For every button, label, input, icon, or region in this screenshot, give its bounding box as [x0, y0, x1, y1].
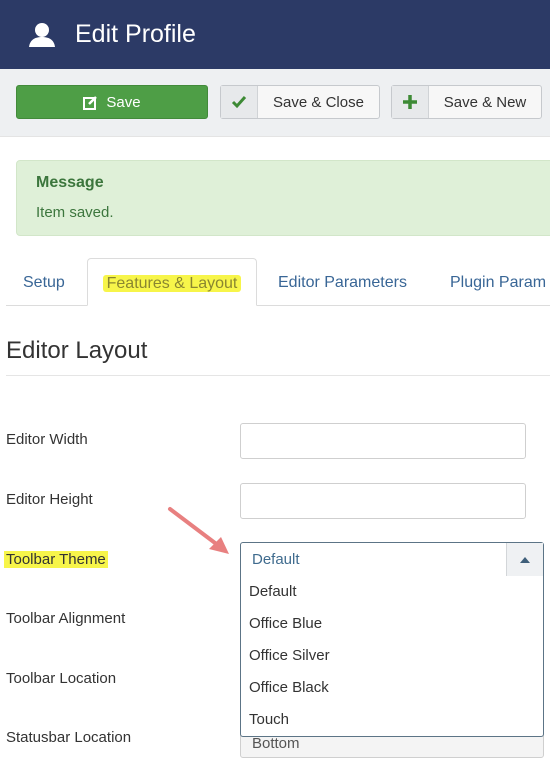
toolbar: Save Save & Close Save & New [0, 69, 550, 137]
alert-heading: Message [36, 174, 104, 191]
dropdown-option[interactable]: Default [241, 576, 543, 608]
toolbar-location-label: Toolbar Location [6, 670, 117, 687]
check-icon [221, 86, 258, 118]
chevron-up-icon[interactable] [506, 543, 543, 576]
editor-width-input[interactable] [240, 423, 526, 459]
page-header: Edit Profile [0, 0, 550, 69]
tab-features-label: Features & Layout [102, 275, 242, 292]
toolbar-theme-value: Default [252, 551, 300, 568]
tab-features-layout[interactable]: Features & Layout [87, 258, 257, 306]
annotation-arrow-icon [168, 507, 229, 554]
save-close-label: Save & Close [273, 93, 364, 111]
tab-editor-parameters[interactable]: Editor Parameters [278, 258, 407, 305]
user-icon [28, 22, 56, 48]
save-label: Save [106, 93, 141, 111]
alert-text: Item saved. [36, 204, 114, 221]
statusbar-location-label: Statusbar Location [6, 729, 132, 746]
toolbar-theme-select[interactable]: Default [240, 542, 544, 577]
toolbar-theme-dropdown: Default Office Blue Office Silver Office… [240, 576, 544, 737]
save-new-button[interactable]: Save & New [391, 85, 542, 119]
plus-icon [392, 86, 429, 118]
section-divider [6, 375, 550, 376]
save-new-label: Save & New [443, 93, 527, 111]
tab-setup[interactable]: Setup [23, 258, 65, 305]
tab-plugin-parameters[interactable]: Plugin Param [450, 258, 546, 305]
statusbar-location-value: Bottom [252, 735, 300, 752]
section-title: Editor Layout [6, 337, 148, 364]
editor-width-label: Editor Width [6, 431, 88, 448]
toolbar-theme-label: Toolbar Theme [4, 551, 108, 568]
editor-height-input[interactable] [240, 483, 526, 519]
save-button[interactable]: Save [16, 85, 208, 119]
dropdown-option[interactable]: Office Silver [241, 640, 543, 672]
save-close-button[interactable]: Save & Close [220, 85, 380, 119]
editor-height-label: Editor Height [6, 491, 93, 508]
toolbar-alignment-label: Toolbar Alignment [6, 610, 126, 627]
edit-icon [83, 95, 98, 110]
tab-bar: Setup Features & Layout Editor Parameter… [6, 258, 550, 306]
success-alert: Message Item saved. [16, 160, 550, 236]
dropdown-option[interactable]: Touch [241, 704, 543, 736]
dropdown-option[interactable]: Office Blue [241, 608, 543, 640]
page-title: Edit Profile [75, 20, 196, 48]
dropdown-option[interactable]: Office Black [241, 672, 543, 704]
